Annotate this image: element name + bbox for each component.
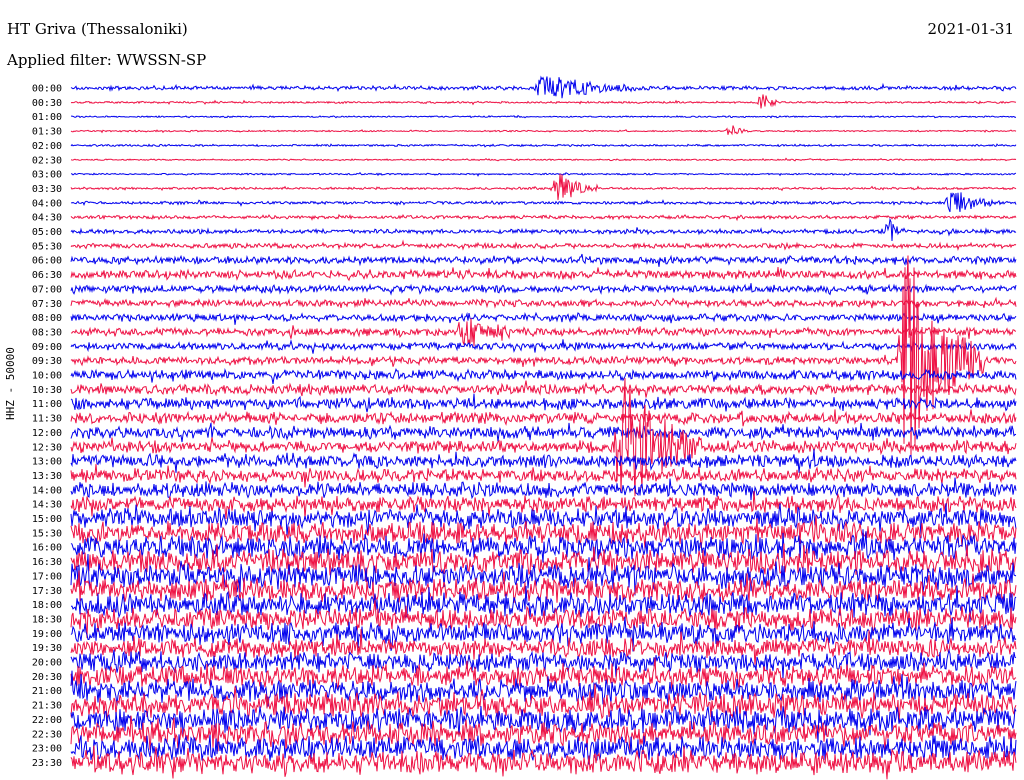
trace-row	[70, 125, 1017, 136]
row-time-label: 00:00	[32, 84, 62, 95]
trace-row	[70, 339, 1017, 354]
row-time-label: 19:00	[32, 629, 62, 640]
row-time-label: 23:00	[32, 744, 62, 755]
trace-row	[70, 75, 1017, 99]
row-time-label: 21:00	[32, 686, 62, 697]
row-time-label: 15:00	[32, 514, 62, 525]
row-time-label: 16:30	[32, 557, 62, 568]
row-time-label: 18:00	[32, 600, 62, 611]
row-time-label: 17:00	[32, 571, 62, 582]
trace-row	[70, 283, 1017, 296]
row-time-label: 08:00	[32, 313, 62, 324]
row-time-label: 09:00	[32, 342, 62, 353]
trace-row	[70, 157, 1017, 162]
row-time-label: 14:00	[32, 485, 62, 496]
row-time-label: 01:30	[32, 127, 62, 138]
row-time-label: 13:00	[32, 457, 62, 468]
row-time-label: 02:30	[32, 155, 62, 166]
row-time-label: 06:30	[32, 270, 62, 281]
row-time-label: 12:30	[32, 442, 62, 453]
trace-row	[70, 217, 1017, 242]
row-time-label: 21:30	[32, 701, 62, 712]
trace-row	[70, 409, 1017, 427]
trace-row	[70, 253, 1017, 267]
trace-row	[70, 213, 1017, 222]
traces	[70, 75, 1017, 780]
row-time-label: 22:00	[32, 715, 62, 726]
row-time-label: 18:30	[32, 614, 62, 625]
trace-row	[70, 171, 1017, 177]
row-time-label: 11:30	[32, 414, 62, 425]
trace-row	[70, 311, 1017, 325]
row-time-label: 13:30	[32, 471, 62, 482]
trace-row	[70, 477, 1017, 501]
trace-row	[70, 266, 1017, 282]
trace-row	[70, 449, 1017, 473]
trace-row	[71, 114, 1017, 119]
row-time-label: 07:30	[32, 299, 62, 310]
trace-row	[70, 255, 1017, 458]
row-time-label: 19:30	[32, 643, 62, 654]
row-time-label: 06:00	[32, 256, 62, 267]
trace-row	[70, 318, 1017, 347]
trace-row	[70, 94, 1017, 109]
row-time-label: 10:00	[32, 371, 62, 382]
row-time-label: 00:30	[32, 98, 62, 109]
row-time-label: 09:30	[32, 356, 62, 367]
row-time-label: 05:00	[32, 227, 62, 238]
row-time-label: 08:30	[32, 327, 62, 338]
row-time-label: 02:00	[32, 141, 62, 152]
helicorder-plot: 00:00 00:30 01:00 01:30 02:00 02:30 03:00 03:30…	[32, 75, 1017, 780]
row-time-label: 04:30	[32, 213, 62, 224]
trace-row	[70, 393, 1017, 413]
row-time-label: 23:30	[32, 758, 62, 769]
trace-row	[70, 380, 1017, 398]
row-time-label: 07:00	[32, 284, 62, 295]
trace-row	[70, 192, 1017, 213]
row-time-label: 20:30	[32, 672, 62, 683]
row-time-label: 16:00	[32, 543, 62, 554]
row-time-label: 03:00	[32, 170, 62, 181]
trace-row	[70, 143, 1017, 148]
row-time-label: 01:00	[32, 112, 62, 123]
trace-row	[70, 463, 1017, 488]
row-time-label: 03:30	[32, 184, 62, 195]
row-time-label: 22:30	[32, 729, 62, 740]
row-time-label: 12:00	[32, 428, 62, 439]
row-time-label: 17:30	[32, 586, 62, 597]
trace-row	[70, 296, 1017, 309]
row-time-label: 15:30	[32, 528, 62, 539]
row-time-label: 10:30	[32, 385, 62, 396]
row-time-label: 04:00	[32, 198, 62, 209]
row-time-label: 11:00	[32, 399, 62, 410]
trace-row	[70, 378, 1017, 497]
row-tick-labels: 00:00 00:30 01:00 01:30 02:00 02:30 03:00 03:30…	[32, 84, 62, 769]
trace-row	[70, 239, 1017, 251]
row-time-label: 05:30	[32, 241, 62, 252]
trace-row	[70, 367, 1017, 384]
trace-row	[70, 173, 1017, 201]
row-time-label: 14:30	[32, 500, 62, 511]
row-time-label: 20:00	[32, 658, 62, 669]
